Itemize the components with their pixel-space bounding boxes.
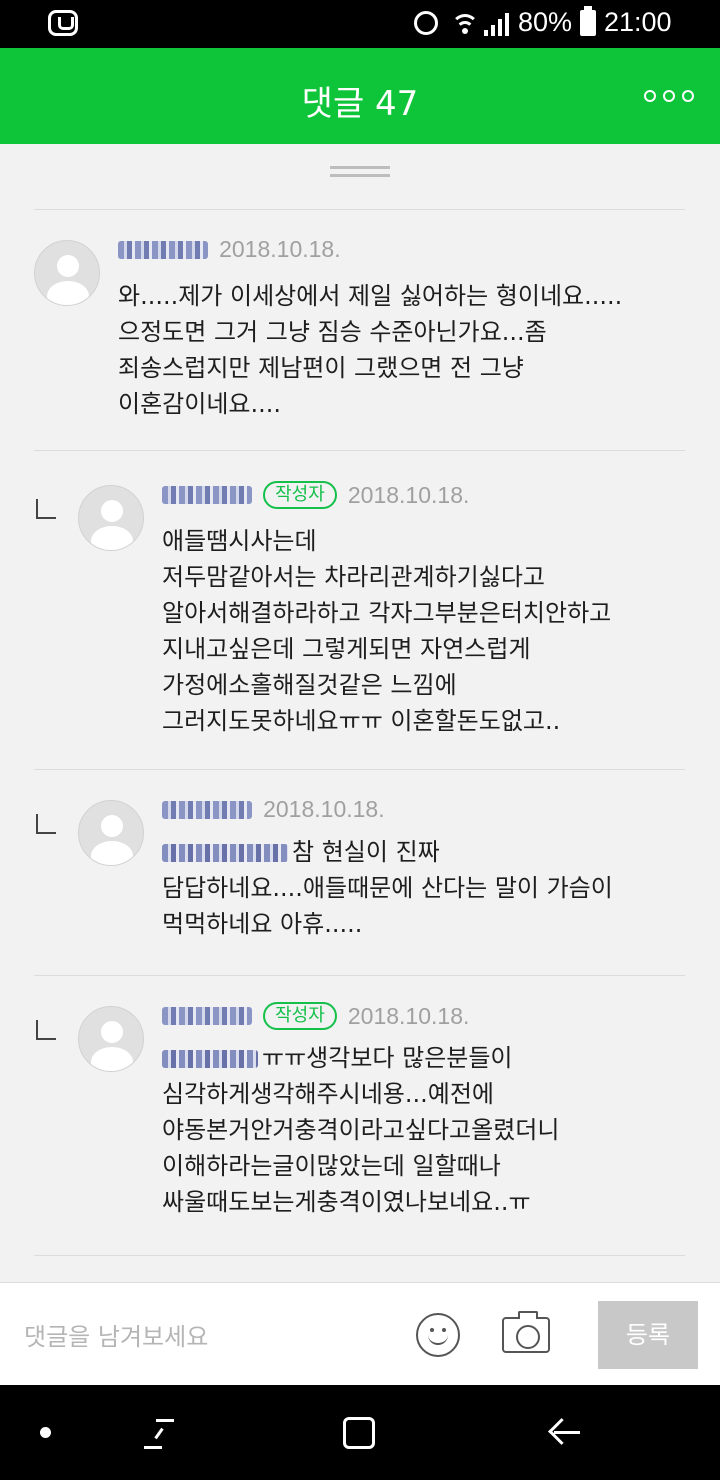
comment-text: 와.....제가 이세상에서 제일 싫어하는 형이네요..... 으정도면 그거… — [118, 282, 623, 418]
nickname-blurred[interactable] — [118, 240, 208, 259]
back-icon[interactable] — [548, 1415, 580, 1447]
clock: 21:00 — [604, 7, 672, 37]
reply-arrow-icon — [36, 499, 56, 519]
comment-meta: 2018.10.18. — [118, 236, 341, 270]
more-icon[interactable] — [644, 90, 694, 104]
page-title: 댓글 47 — [301, 84, 419, 124]
status-bar: 80% 21:00 — [0, 0, 720, 48]
submit-button[interactable]: 등록 — [598, 1301, 698, 1369]
recent-apps-icon[interactable] — [144, 1417, 174, 1449]
comment-meta: 작성자 2018.10.18. — [162, 1002, 469, 1036]
reply-arrow-icon — [36, 814, 56, 834]
reply-arrow-icon — [36, 1020, 56, 1040]
author-badge: 작성자 — [263, 481, 337, 509]
comment-date: 2018.10.18. — [347, 481, 470, 508]
comments-header: 댓글 47 — [0, 48, 720, 144]
reply-item: 작성자 2018.10.18. 애들땜시사는데 저두맘같아서는 차라리관계하기싫… — [0, 451, 720, 769]
comment-meta: 작성자 2018.10.18. — [162, 481, 469, 515]
system-nav-bar — [0, 1385, 720, 1480]
comment-text-content: ㅠㅠ생각보다 많은분들이 심각하게생각해주시네용...예전에 야동본거안거충격이… — [162, 1044, 560, 1216]
comment-input[interactable]: 댓글을 남겨보세요 — [24, 1317, 208, 1352]
avatar[interactable] — [78, 800, 144, 866]
comment-text: 애들땜시사는데 저두맘같아서는 차라리관계하기싫다고 알아서해결하라하고 각자그… — [162, 527, 612, 735]
comment-date: 2018.10.18. — [263, 796, 385, 822]
camera-icon[interactable] — [502, 1311, 550, 1353]
alarm-icon — [414, 11, 438, 35]
comment-list[interactable]: 2018.10.18. 와.....제가 이세상에서 제일 싫어하는 형이네요.… — [0, 144, 720, 1282]
mentioned-user-blurred[interactable] — [162, 844, 288, 862]
comment-item: 2018.10.18. 와.....제가 이세상에서 제일 싫어하는 형이네요.… — [0, 210, 720, 462]
nav-dot-icon[interactable] — [40, 1427, 51, 1438]
comment-text: ㅠㅠ생각보다 많은분들이 심각하게생각해주시네용...예전에 야동본거안거충격이… — [162, 1040, 559, 1220]
avatar[interactable] — [78, 485, 144, 551]
reply-item: 2018.10.18. 참 현실이 진짜 담답하네요....애들때문에 산다는 … — [0, 770, 720, 976]
comment-meta: 2018.10.18. — [162, 796, 385, 830]
battery-percent: 80% — [518, 7, 573, 37]
author-badge: 작성자 — [263, 1002, 337, 1030]
nickname-blurred[interactable] — [162, 1007, 252, 1025]
app-notification-icon — [48, 10, 78, 36]
home-icon[interactable] — [343, 1417, 375, 1449]
comment-input-bar: 댓글을 남겨보세요 등록 — [0, 1282, 720, 1385]
divider — [34, 1255, 685, 1256]
signal-icon — [484, 12, 510, 36]
emoji-icon[interactable] — [416, 1313, 460, 1357]
avatar[interactable] — [78, 1006, 144, 1072]
comment-date: 2018.10.18. — [219, 236, 341, 262]
wifi-icon — [450, 12, 480, 34]
nickname-blurred[interactable] — [162, 486, 252, 504]
nickname-blurred[interactable] — [162, 800, 252, 819]
drag-handle[interactable] — [330, 166, 390, 178]
comment-date: 2018.10.18. — [347, 1002, 470, 1029]
comment-text: 참 현실이 진짜 담답하네요....애들때문에 산다는 말이 가슴이 먹먹하네요… — [162, 834, 613, 942]
battery-icon — [580, 6, 596, 36]
avatar[interactable] — [34, 240, 100, 306]
mentioned-user-blurred[interactable] — [162, 1050, 258, 1068]
reply-item: 작성자 2018.10.18. ㅠㅠ생각보다 많은분들이 심각하게생각해주시네용… — [0, 976, 720, 1256]
